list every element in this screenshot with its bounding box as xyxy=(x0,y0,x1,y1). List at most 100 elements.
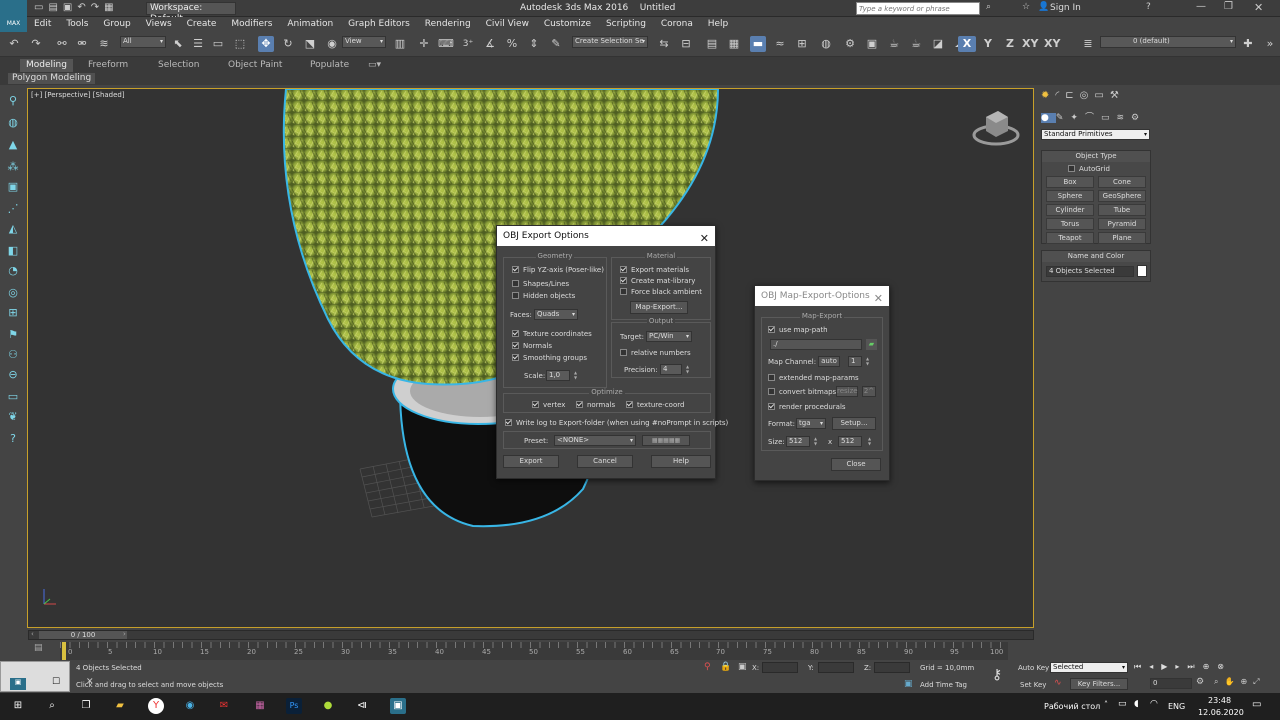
language-indicator[interactable]: ENG xyxy=(1168,702,1185,711)
search-input[interactable] xyxy=(857,3,977,14)
render-activeshade-icon[interactable]: ◪ xyxy=(930,36,946,52)
toggle-scene-explorer-icon[interactable]: ▤ xyxy=(704,36,720,52)
primitive-category-dropdown[interactable]: Standard Primitives xyxy=(1041,129,1150,140)
faces-dropdown[interactable]: Quads xyxy=(534,309,578,320)
isolate-icon[interactable]: ⚲ xyxy=(704,662,711,672)
key-filters-button[interactable]: Key Filters... xyxy=(1070,678,1128,690)
menu-scripting[interactable]: Scripting xyxy=(600,17,652,32)
sign-in-link[interactable]: Sign In xyxy=(1050,3,1081,13)
export-button[interactable]: Export xyxy=(503,455,559,468)
set-key-icon[interactable]: ∿ xyxy=(1054,678,1062,688)
hierarchy-tab-icon[interactable]: ⊏ xyxy=(1065,90,1079,101)
project-icon[interactable]: ▦ xyxy=(104,2,118,13)
geometry-icon[interactable]: ● xyxy=(1041,113,1056,123)
material-editor-icon[interactable]: ◍ xyxy=(818,36,834,52)
current-frame-input[interactable]: 0 xyxy=(1150,678,1192,689)
normals-checkbox[interactable]: Normals xyxy=(512,341,552,351)
open-file-icon[interactable]: ▤ xyxy=(48,2,62,13)
explorer-icon[interactable]: ▰ xyxy=(112,698,128,714)
named-selection-dropdown[interactable]: Create Selection Se xyxy=(572,36,648,48)
frame-tool-icon[interactable]: ▣ xyxy=(6,180,20,194)
precision-input[interactable]: 4 xyxy=(660,364,682,375)
render-setup-icon[interactable]: ⚙ xyxy=(842,36,858,52)
schematic-view-icon[interactable]: ⊞ xyxy=(794,36,810,52)
ribbon-subpanel-label[interactable]: Polygon Modeling xyxy=(8,73,96,84)
tennis-app-icon[interactable]: ● xyxy=(320,698,336,714)
menu-animation[interactable]: Animation xyxy=(281,17,339,32)
next-frame-icon[interactable]: ▸ xyxy=(1175,662,1187,671)
3dsmax-task-icon[interactable]: ▣ xyxy=(390,698,406,714)
workspace-dropdown[interactable]: Workspace: Default xyxy=(146,2,236,24)
cone-button[interactable]: Cone xyxy=(1098,176,1146,188)
camera-tool-icon[interactable]: ⚑ xyxy=(6,328,20,342)
render-production-icon[interactable]: ☕ xyxy=(886,36,902,52)
shapes-checkbox[interactable]: Shapes/Lines xyxy=(512,279,569,289)
wall-tool-icon[interactable]: ▲ xyxy=(6,138,20,152)
maximize-icon[interactable]: ❐ xyxy=(1224,1,1233,12)
size-height-spinner[interactable]: ▲ ▼ xyxy=(866,436,873,447)
tab-object-paint[interactable]: Object Paint xyxy=(222,59,288,72)
notifications-icon[interactable]: ▭ xyxy=(1252,699,1261,710)
target-dropdown[interactable]: PC/Win xyxy=(646,331,692,342)
pan-icon[interactable]: ✋ xyxy=(1224,677,1240,686)
utilities-tab-icon[interactable]: ⚒ xyxy=(1110,90,1125,101)
spacewarps-icon[interactable]: ≋ xyxy=(1116,113,1131,123)
flip-yz-checkbox[interactable]: Flip YZ-axis (Poser-like) xyxy=(512,265,604,275)
layer-dropdown[interactable]: 0 (default) xyxy=(1100,36,1236,48)
helpers-icon[interactable]: ▭ xyxy=(1101,113,1117,123)
time-slider-thumb[interactable]: 0 / 100 xyxy=(39,631,127,639)
wifi-icon[interactable]: ◠ xyxy=(1150,699,1158,709)
undo-icon[interactable]: ↶ xyxy=(77,2,90,13)
telegram-icon[interactable]: ◉ xyxy=(182,698,198,714)
render-procedurals-checkbox[interactable]: render procedurals xyxy=(768,402,846,412)
close-icon[interactable]: ✕ xyxy=(1254,1,1263,14)
zoom-extents-icon[interactable]: ⊕ xyxy=(1203,662,1218,671)
smoothing-checkbox[interactable]: Smoothing groups xyxy=(512,353,587,363)
tab-freeform[interactable]: Freeform xyxy=(82,59,134,72)
app-icon[interactable]: ▦ xyxy=(252,698,268,714)
select-move-icon[interactable]: ✥ xyxy=(258,36,274,52)
search-icon[interactable]: ⌕ xyxy=(44,698,60,714)
network-icon[interactable]: ▭ xyxy=(1118,699,1127,709)
x-coord-input[interactable] xyxy=(762,662,798,673)
axis-xy-button[interactable]: XY xyxy=(1022,36,1038,52)
opt-normals-checkbox[interactable]: normals xyxy=(576,400,615,410)
app-logo[interactable]: MAX xyxy=(0,0,27,32)
grid-tool-icon[interactable]: ⊞ xyxy=(6,306,20,320)
extended-params-checkbox[interactable]: extended map-params xyxy=(768,373,859,383)
auto-key-button[interactable]: Auto Key xyxy=(1018,664,1049,672)
maximize-viewport-icon[interactable]: ⤢ xyxy=(1253,677,1265,686)
create-library-checkbox[interactable]: Create mat-library xyxy=(620,276,695,286)
modify-tab-icon[interactable]: ◜ xyxy=(1055,90,1065,101)
toolbar-overflow-icon[interactable]: » xyxy=(1262,36,1278,52)
volume-icon[interactable]: ◖ xyxy=(1134,699,1139,709)
tray-chevron-icon[interactable]: ˄ xyxy=(1104,700,1108,709)
select-manipulate-icon[interactable]: ✛ xyxy=(416,36,432,52)
time-slider-next-icon[interactable]: › xyxy=(123,630,126,638)
shapes-icon[interactable]: ✎ xyxy=(1056,113,1071,123)
obj-export-title-bar[interactable]: OBJ Export Options ✕ xyxy=(497,226,715,246)
menu-edit[interactable]: Edit xyxy=(28,17,57,32)
viewcube[interactable] xyxy=(972,111,1020,146)
set-key-button[interactable]: Set Key xyxy=(1020,681,1046,689)
cylinder-button[interactable]: Cylinder xyxy=(1046,204,1094,216)
lights-icon[interactable]: ✦ xyxy=(1070,113,1085,123)
box-button[interactable]: Box xyxy=(1046,176,1094,188)
task-view-icon[interactable]: ❐ xyxy=(78,698,94,714)
time-config-icon[interactable]: ⚙ xyxy=(1196,677,1204,687)
pivot-center-icon[interactable]: ▥ xyxy=(392,36,408,52)
absolute-mode-icon[interactable]: ▣ xyxy=(738,662,747,672)
group-tool-icon[interactable]: ⚇ xyxy=(6,348,20,362)
plane-button[interactable]: Plane xyxy=(1098,232,1146,244)
favorites-icon[interactable]: ☆ xyxy=(1022,2,1030,12)
export-materials-checkbox[interactable]: Export materials xyxy=(620,265,689,275)
curve-editor-icon[interactable]: ≈ xyxy=(772,36,788,52)
key-icon[interactable]: ⚷ xyxy=(992,667,1002,683)
walk-icon[interactable]: ⊕ xyxy=(1240,677,1253,686)
search-go-icon[interactable]: ⌕ xyxy=(986,2,991,12)
systems-icon[interactable]: ⚙ xyxy=(1131,113,1146,123)
listener-close-icon[interactable]: ✕ xyxy=(86,677,94,687)
axis-y-button[interactable]: Y xyxy=(980,36,996,52)
select-by-name-icon[interactable]: ☰ xyxy=(190,36,206,52)
texcoords-checkbox[interactable]: Texture coordinates xyxy=(512,329,592,339)
